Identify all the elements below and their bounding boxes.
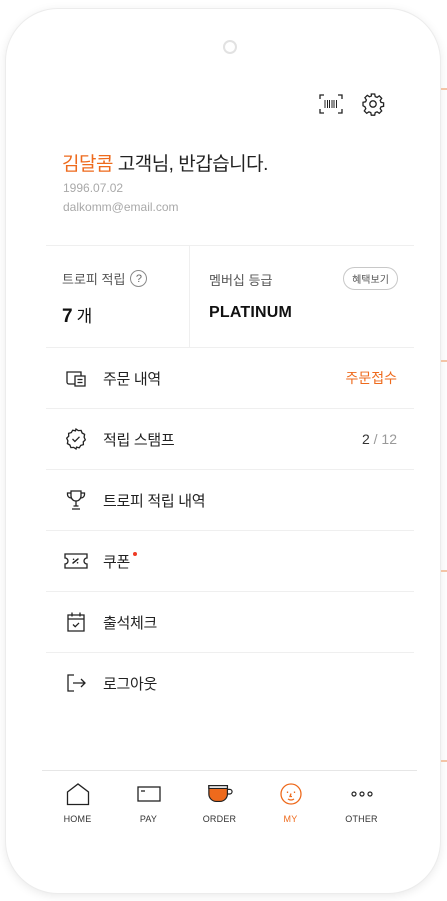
- card-icon: [136, 781, 162, 807]
- trophy-count: 7 개: [62, 302, 92, 328]
- more-dots-icon: [349, 781, 375, 807]
- nav-home[interactable]: HOME: [42, 771, 113, 832]
- barcode-icon[interactable]: [318, 91, 344, 117]
- menu-label: 주문 내역: [103, 370, 161, 388]
- greeting-text: 고객님, 반갑습니다.: [112, 154, 269, 175]
- trophy-count-unit: 개: [76, 307, 93, 326]
- menu-label: 출석체크: [103, 614, 158, 632]
- home-icon: [65, 781, 91, 807]
- trophy-label: 트로피 적립: [62, 272, 126, 287]
- edge-mark: [441, 760, 447, 762]
- order-status: 주문접수: [345, 370, 397, 386]
- calendar-check-icon: [63, 609, 89, 635]
- membership-grade: PLATINUM: [209, 304, 293, 321]
- customer-name: 김달콤: [62, 154, 113, 175]
- menu-label: 적립 스탬프: [103, 431, 175, 449]
- stamp-count: 2 / 12: [362, 431, 397, 447]
- nav-order[interactable]: ORDER: [184, 771, 255, 832]
- menu-label: 트로피 적립 내역: [103, 492, 206, 510]
- nav-other[interactable]: OTHER: [326, 771, 397, 832]
- help-icon[interactable]: ?: [130, 270, 148, 287]
- ticket-icon: [63, 548, 89, 574]
- new-badge-dot: [133, 552, 138, 556]
- menu-order-history[interactable]: 주문 내역 주문접수: [46, 348, 414, 408]
- edge-mark: [441, 88, 447, 90]
- nav-label: ORDER: [202, 814, 237, 824]
- menu-coupon[interactable]: 쿠폰: [46, 531, 414, 591]
- top-actions: [318, 91, 386, 117]
- edge-mark: [441, 360, 447, 362]
- nav-label: HOME: [63, 814, 92, 824]
- bottom-nav: HOME PAY ORDER MY OTHER: [42, 770, 417, 832]
- menu-label: 쿠폰: [103, 553, 131, 571]
- birthdate: 1996.07.02: [63, 181, 124, 195]
- membership-label: 멤버십 등급: [209, 273, 273, 288]
- view-benefits-button[interactable]: 혜택보기: [343, 267, 398, 290]
- trophy-count-value: 7: [62, 306, 73, 327]
- menu-label: 로그아웃: [103, 675, 158, 693]
- greeting: 김달콤 고객님, 반갑습니다.: [62, 149, 268, 176]
- phone-frame: 김달콤 고객님, 반갑습니다. 1996.07.02 dalkomm@email…: [6, 9, 440, 893]
- smile-icon: [278, 781, 304, 807]
- gear-icon[interactable]: [360, 91, 386, 117]
- menu-trophy-history[interactable]: 트로피 적립 내역: [46, 470, 414, 530]
- divider: [46, 245, 414, 246]
- logout-icon: [63, 670, 89, 696]
- stamp-total: / 12: [369, 431, 397, 447]
- receipt-icon: [63, 365, 89, 391]
- cup-icon: [207, 781, 233, 807]
- divider-vertical: [189, 245, 190, 347]
- stamp-current: 2: [361, 431, 370, 447]
- nav-pay[interactable]: PAY: [113, 771, 184, 832]
- menu-stamps[interactable]: 적립 스탬프 2 / 12: [46, 409, 414, 469]
- nav-label: PAY: [139, 814, 158, 824]
- stamp-icon: [63, 426, 89, 452]
- menu-logout[interactable]: 로그아웃: [46, 653, 414, 713]
- nav-label: MY: [283, 814, 298, 824]
- menu-attendance[interactable]: 출석체크: [46, 592, 414, 652]
- nav-label: OTHER: [345, 814, 378, 824]
- trophy-icon: [63, 487, 89, 513]
- camera-dot: [223, 40, 237, 54]
- email: dalkomm@email.com: [63, 200, 179, 214]
- trophy-label-group: 트로피 적립 ?: [62, 269, 148, 288]
- nav-my[interactable]: MY: [255, 771, 326, 832]
- edge-mark: [441, 570, 447, 572]
